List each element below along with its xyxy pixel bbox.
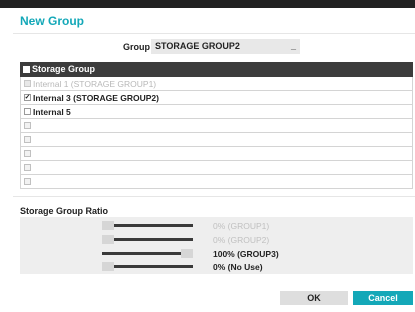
storage-row	[20, 161, 413, 175]
ratio-title: Storage Group Ratio	[20, 206, 109, 216]
dropdown-arrow-icon[interactable]: _	[291, 39, 296, 54]
storage-row-checkbox[interactable]	[24, 108, 31, 115]
storage-group-header: Storage Group	[20, 62, 413, 77]
ratio-row: 100% (GROUP3)	[102, 249, 402, 260]
ratio-slider[interactable]	[102, 221, 193, 230]
storage-row-checkbox	[24, 150, 31, 157]
window-top-bar	[0, 0, 415, 8]
storage-row: Internal 1 (STORAGE GROUP1)	[20, 77, 413, 91]
group-label: Group	[123, 42, 150, 52]
storage-row-checkbox	[24, 136, 31, 143]
storage-group-header-label: Storage Group	[32, 64, 96, 74]
storage-row	[20, 175, 413, 189]
storage-row-checkbox	[24, 122, 31, 129]
storage-row	[20, 133, 413, 147]
ratio-slider[interactable]	[102, 262, 193, 271]
storage-row[interactable]: ✓ Internal 3 (STORAGE GROUP2)	[20, 91, 413, 105]
storage-row	[20, 119, 413, 133]
storage-row-checkbox	[24, 178, 31, 185]
group-dropdown[interactable]: STORAGE GROUP2 _	[151, 39, 300, 54]
ok-button[interactable]: OK	[280, 291, 348, 305]
ratio-panel: 0% (GROUP1) 0% (GROUP2) 100% (GROUP3) 0%…	[20, 217, 413, 274]
ratio-slider-handle[interactable]	[181, 249, 193, 258]
ratio-slider-handle[interactable]	[102, 221, 114, 230]
ratio-value: 0% (GROUP2)	[213, 235, 270, 245]
dialog-title: New Group	[20, 14, 85, 28]
ratio-value: 0% (No Use)	[213, 262, 263, 272]
ratio-value: 100% (GROUP3)	[213, 249, 279, 259]
storage-row-checkbox[interactable]: ✓	[24, 94, 31, 101]
storage-row[interactable]: Internal 5	[20, 105, 413, 119]
section-divider	[13, 196, 415, 197]
storage-row-label: Internal 5	[33, 106, 71, 117]
ratio-slider-fill	[102, 252, 181, 255]
ratio-slider-handle[interactable]	[102, 235, 114, 244]
ratio-slider[interactable]	[102, 249, 193, 258]
ratio-row: 0% (No Use)	[102, 262, 402, 273]
cancel-button[interactable]: Cancel	[353, 291, 413, 305]
title-divider	[13, 33, 415, 34]
ratio-slider[interactable]	[102, 235, 193, 244]
select-all-checkbox[interactable]	[23, 66, 30, 73]
group-dropdown-value: STORAGE GROUP2	[155, 41, 240, 51]
ratio-slider-handle[interactable]	[102, 262, 114, 271]
storage-row-checkbox	[24, 164, 31, 171]
ratio-row: 0% (GROUP1)	[102, 221, 402, 232]
ratio-slider-fill	[114, 265, 193, 268]
ratio-value: 0% (GROUP1)	[213, 221, 270, 231]
storage-group-table: Storage Group Internal 1 (STORAGE GROUP1…	[20, 62, 413, 189]
storage-row-label: Internal 1 (STORAGE GROUP1)	[33, 78, 157, 89]
storage-row	[20, 147, 413, 161]
storage-row-label: Internal 3 (STORAGE GROUP2)	[33, 92, 159, 103]
ratio-slider-fill	[114, 238, 193, 241]
ratio-row: 0% (GROUP2)	[102, 235, 402, 246]
ratio-slider-fill	[114, 224, 193, 227]
storage-row-checkbox	[24, 80, 31, 87]
